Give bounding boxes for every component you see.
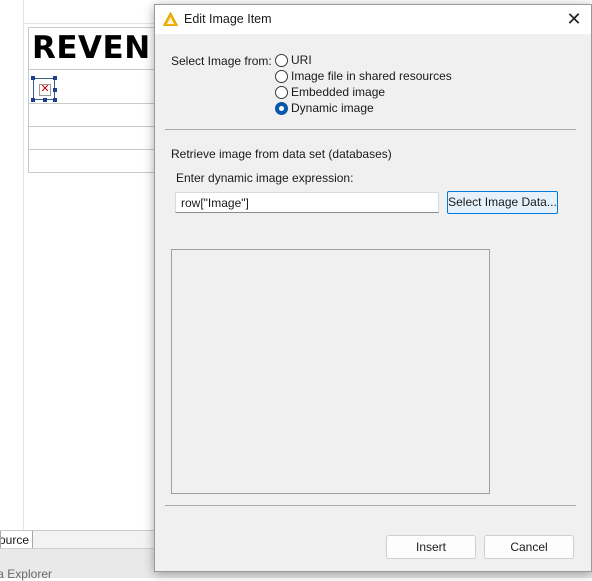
app-logo-icon <box>163 12 178 26</box>
image-source-label: Select Image from: <box>171 54 272 68</box>
resize-handle[interactable] <box>31 98 35 102</box>
expression-input[interactable] <box>175 192 439 213</box>
radio-label: Dynamic image <box>291 101 374 115</box>
dialog-titlebar[interactable]: Edit Image Item ✕ <box>155 5 591 34</box>
resize-handle[interactable] <box>43 98 47 102</box>
cancel-button[interactable]: Cancel <box>484 535 574 559</box>
dialog-title: Edit Image Item <box>184 12 272 26</box>
select-image-data-button[interactable]: Select Image Data... <box>447 191 558 214</box>
radio-label: Image file in shared resources <box>291 69 452 83</box>
radio-button[interactable] <box>275 86 288 99</box>
radio-button[interactable] <box>275 70 288 83</box>
grid-row[interactable] <box>29 150 169 173</box>
close-icon: ✕ <box>566 9 582 29</box>
insert-button[interactable]: Insert <box>386 535 476 559</box>
resize-handle[interactable] <box>53 98 57 102</box>
image-preview <box>171 249 490 494</box>
tab-source-label: ource <box>0 533 29 547</box>
separator <box>165 129 576 130</box>
radio-label: Embedded image <box>291 85 386 99</box>
resize-handle[interactable] <box>53 76 57 80</box>
expression-label: Enter dynamic image expression: <box>176 171 354 185</box>
close-button[interactable]: ✕ <box>557 5 591 34</box>
grid-row[interactable] <box>29 127 169 150</box>
grid-row[interactable]: REVEN <box>29 28 169 70</box>
radio-button[interactable] <box>275 54 288 67</box>
grid-row[interactable] <box>29 104 169 127</box>
report-title-label[interactable]: REVEN <box>32 30 151 66</box>
edit-image-item-dialog: Edit Image Item ✕ Select Image from: URI… <box>154 4 592 572</box>
data-explorer-title[interactable]: a Explorer <box>0 567 52 581</box>
dataset-group-label: Retrieve image from data set (databases) <box>171 147 392 161</box>
report-grid[interactable]: REVEN ✕ <box>28 27 169 173</box>
radio-button[interactable] <box>275 102 288 115</box>
broken-image-icon: ✕ <box>40 83 50 95</box>
resize-handle[interactable] <box>31 76 35 80</box>
page-margin-guide <box>23 23 163 24</box>
separator <box>165 505 576 506</box>
resize-handle[interactable] <box>53 88 57 92</box>
tab-source[interactable]: ource <box>0 531 33 549</box>
image-item[interactable]: ✕ <box>31 76 57 102</box>
image-placeholder: ✕ <box>39 83 51 96</box>
grid-row[interactable]: ✕ <box>29 70 169 104</box>
radio-label: URI <box>291 53 312 67</box>
page-margin-guide <box>23 0 24 530</box>
layout-canvas[interactable]: REVEN ✕ <box>0 0 169 530</box>
